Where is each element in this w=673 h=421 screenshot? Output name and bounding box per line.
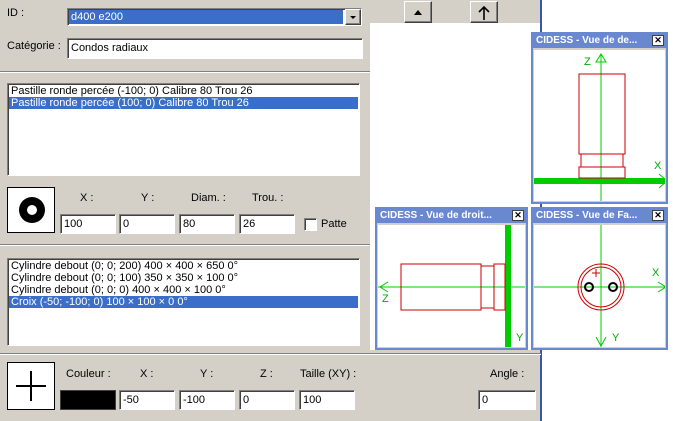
shape-angle-input[interactable]: 0 [478, 390, 536, 410]
pad-row-2[interactable]: Pastille ronde percée (100; 0) Calibre 8… [9, 97, 358, 109]
divider-1 [0, 71, 370, 73]
shape-size-input[interactable]: 100 [299, 390, 355, 410]
view-front-axis-y: Y [612, 332, 620, 344]
shape-angle-label: Angle : [490, 368, 525, 380]
pad-row-1[interactable]: Pastille ronde percée (-100; 0) Calibre … [9, 85, 358, 97]
shape-x-input[interactable]: -50 [119, 390, 175, 410]
shape-size-label: Taille (XY) : [300, 368, 357, 380]
pad-diam-label: Diam. : [191, 192, 226, 204]
category-label: Catégorie : [7, 40, 61, 52]
shape-row-1[interactable]: Cylindre debout (0; 0; 200) 400 × 400 × … [9, 260, 358, 272]
close-icon[interactable]: ✕ [652, 210, 664, 221]
view-window-front-title: CIDESS - Vue de Fa... [533, 209, 666, 223]
move-up-button[interactable] [404, 1, 432, 23]
view-window-front[interactable]: CIDESS - Vue de Fa... ✕ X Y [531, 207, 668, 350]
color-swatch[interactable] [60, 390, 116, 410]
patte-label: Patte [321, 218, 347, 230]
shape-row-2[interactable]: Cylindre debout (0; 0; 100) 350 × 350 × … [9, 272, 358, 284]
shape-z-input[interactable]: 0 [239, 390, 295, 410]
view-window-right[interactable]: CIDESS - Vue de droit... ✕ Z Y [375, 207, 528, 350]
shape-row-4[interactable]: Croix (-50; -100; 0) 100 × 100 × 0 0° [9, 296, 358, 308]
view-top-axis-z: Z [584, 56, 591, 68]
view-top-drawing [534, 53, 665, 201]
pad-hole-label: Trou. : [252, 192, 284, 204]
chevron-down-icon [350, 16, 356, 19]
id-combobox[interactable]: d400 e200 [67, 8, 362, 26]
view-right-axis-y: Y [516, 332, 524, 344]
divider-2 [0, 244, 370, 246]
shape-y-input[interactable]: -100 [179, 390, 235, 410]
cross-icon [16, 371, 46, 401]
view-window-top-title: CIDESS - Vue de de... [533, 34, 666, 48]
main-panel [0, 0, 370, 421]
arrow-up-button[interactable] [470, 1, 498, 23]
pad-preview [7, 187, 55, 233]
shape-y-label: Y : [200, 368, 214, 380]
view-right-canvas[interactable]: Z Y [378, 225, 525, 347]
view-right-drawing [378, 225, 525, 347]
view-window-top[interactable]: CIDESS - Vue de de... ✕ Z X [531, 32, 668, 204]
id-label: ID : [7, 7, 25, 19]
close-icon[interactable]: ✕ [652, 35, 664, 46]
pad-y-label: Y : [141, 192, 155, 204]
view-front-drawing [534, 225, 665, 347]
pad-hole-input[interactable]: 26 [239, 214, 295, 234]
shapes-list[interactable]: Cylindre debout (0; 0; 200) 400 × 400 × … [7, 258, 360, 346]
pad-y-input[interactable]: 0 [119, 214, 175, 234]
arrow-up-icon [478, 5, 490, 20]
view-top-axis-x: X [654, 160, 662, 172]
pads-list[interactable]: Pastille ronde percée (-100; 0) Calibre … [7, 83, 360, 176]
main-panel-bottom [370, 350, 541, 421]
view-top-canvas[interactable]: Z X [534, 50, 665, 201]
pad-x-label: X : [80, 192, 94, 204]
divider-3 [0, 353, 541, 355]
patte-checkbox[interactable] [304, 218, 317, 231]
view-right-axis-z: Z [382, 293, 389, 305]
view-front-axis-x: X [652, 267, 660, 279]
shape-z-label: Z : [260, 368, 273, 380]
shape-color-label: Couleur : [66, 368, 111, 380]
up-triangle-icon [414, 10, 422, 15]
pad-diam-input[interactable]: 80 [179, 214, 235, 234]
view-window-right-title: CIDESS - Vue de droit... [377, 209, 526, 223]
shape-row-3[interactable]: Cylindre debout (0; 0; 0) 400 × 400 × 10… [9, 284, 358, 296]
id-value: d400 e200 [69, 10, 343, 24]
shape-x-label: X : [140, 368, 154, 380]
view-front-canvas[interactable]: X Y [534, 225, 665, 347]
pad-x-input[interactable]: 100 [60, 214, 116, 234]
shape-preview [7, 362, 55, 410]
round-pad-icon [19, 197, 45, 223]
category-input[interactable]: Condos radiaux [67, 38, 363, 59]
close-icon[interactable]: ✕ [512, 210, 524, 221]
main-panel-right-strip [370, 0, 541, 23]
id-dropdown-button[interactable] [345, 9, 361, 25]
